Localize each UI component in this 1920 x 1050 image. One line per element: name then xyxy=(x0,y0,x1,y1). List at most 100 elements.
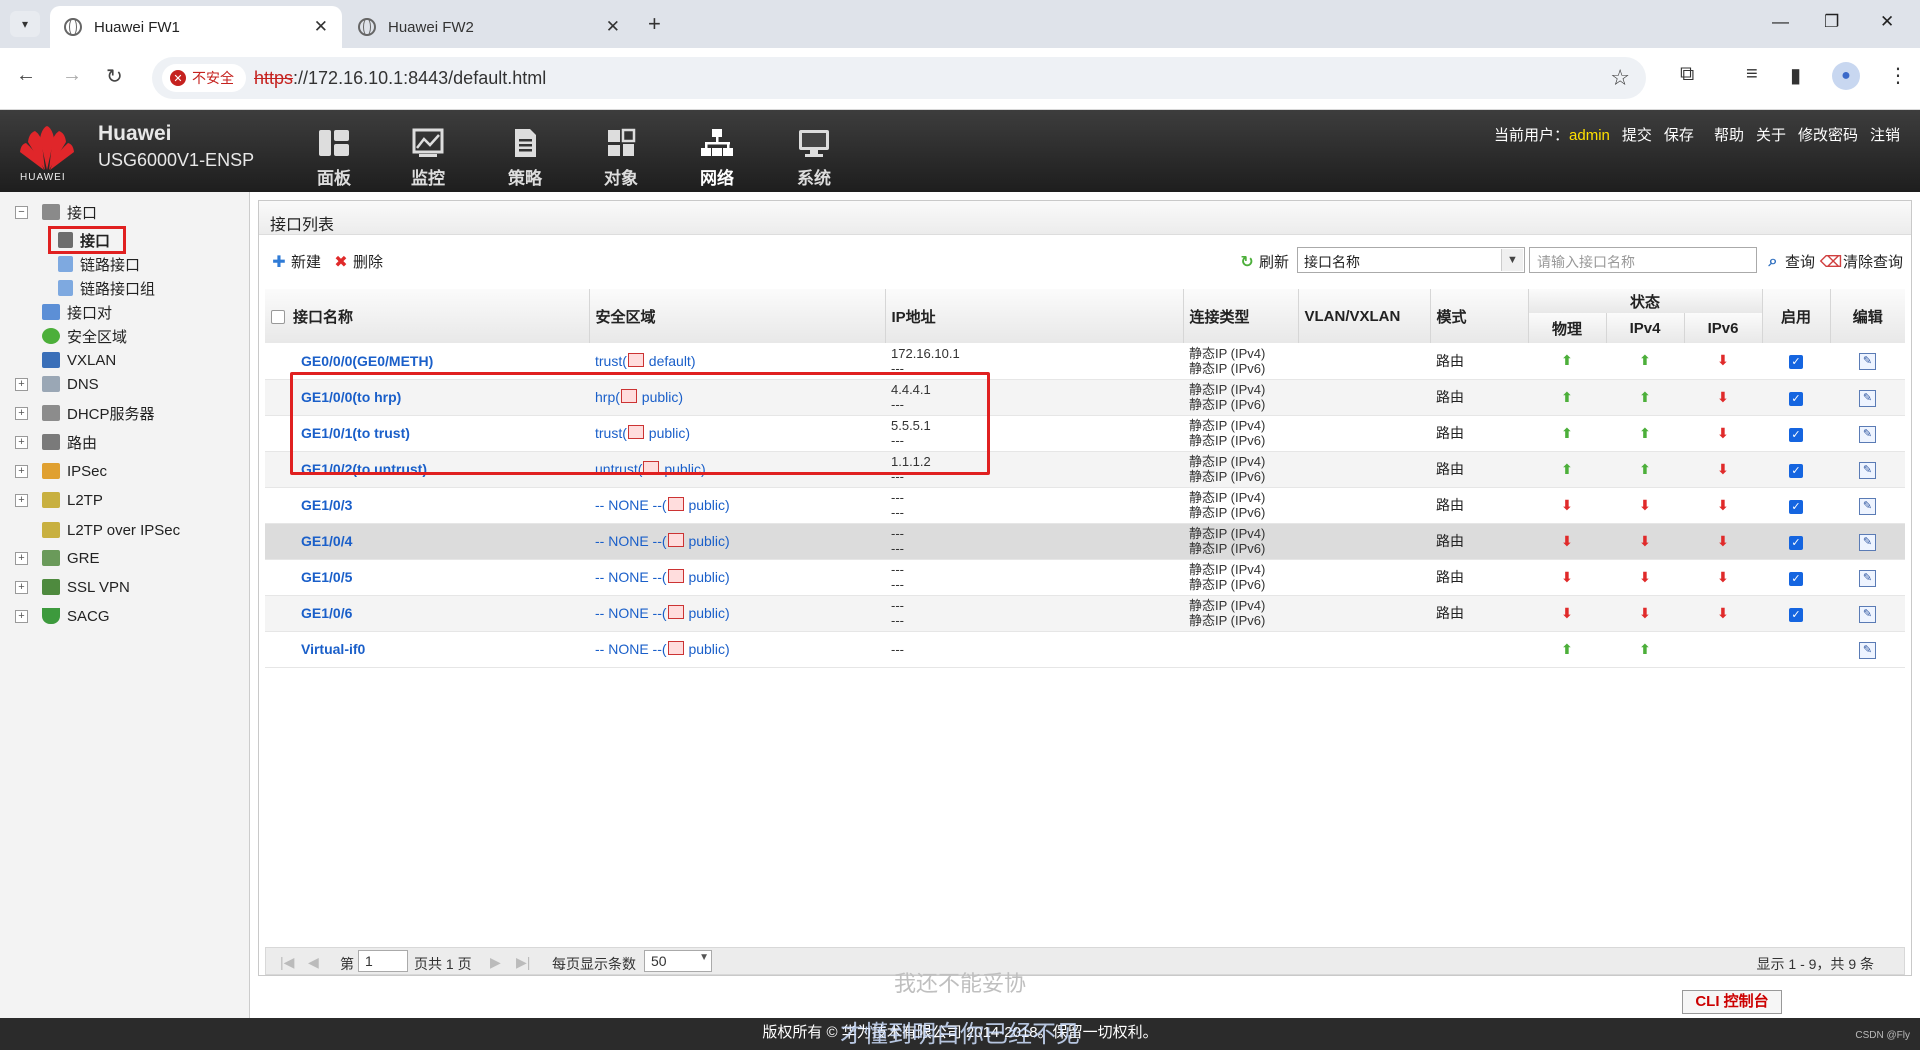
expand-icon[interactable]: + xyxy=(15,494,28,507)
sidebar-item-route[interactable]: 路由 xyxy=(42,430,97,454)
expand-icon[interactable]: + xyxy=(15,378,28,391)
expand-icon[interactable]: + xyxy=(15,610,28,623)
interface-name-link[interactable]: GE1/0/4 xyxy=(301,533,352,549)
edit-icon[interactable]: ✎ xyxy=(1859,605,1876,623)
delete-button[interactable]: ✖ 删除 xyxy=(333,251,383,272)
search-input[interactable]: 请输入接口名称 xyxy=(1529,247,1757,273)
nav-policy[interactable]: 策略 xyxy=(479,110,571,192)
tab-huawei-fw1[interactable]: Huawei FW1 ✕ xyxy=(50,6,342,48)
enable-checkbox[interactable]: ✓ xyxy=(1789,571,1803,586)
sidebar-item-ssl-vpn[interactable]: SSL VPN xyxy=(42,575,130,599)
media-control-icon[interactable]: ≡ xyxy=(1746,63,1758,86)
close-tab-icon[interactable]: ✕ xyxy=(314,17,328,37)
logout-link[interactable]: 注销 xyxy=(1870,124,1900,145)
sidebar-item-link-interface-group[interactable]: 链路接口组 xyxy=(58,276,155,300)
tab-huawei-fw2[interactable]: Huawei FW2 ✕ xyxy=(344,6,634,48)
enable-checkbox[interactable]: ✓ xyxy=(1789,607,1803,622)
edit-icon[interactable]: ✎ xyxy=(1859,461,1876,479)
expand-icon[interactable]: + xyxy=(15,581,28,594)
expand-icon[interactable]: + xyxy=(15,552,28,565)
sidebar-item-dhcp-server[interactable]: DHCP服务器 xyxy=(42,401,155,425)
sidebar-item-interface[interactable]: 接口 xyxy=(58,228,110,252)
table-row[interactable]: Virtual-if0 -- NONE --( public) --- ⬆ ⬆ ✎ xyxy=(265,631,1905,668)
sidebar-item-vxlan[interactable]: VXLAN xyxy=(42,348,116,372)
clear-query-button[interactable]: ⌫ 清除查询 xyxy=(1820,251,1903,272)
col-header-name[interactable]: 接口名称 xyxy=(265,289,590,343)
side-panel-icon[interactable]: ▮ xyxy=(1790,63,1801,88)
new-tab-icon[interactable]: + xyxy=(648,11,661,37)
nav-system[interactable]: 系统 xyxy=(768,110,860,192)
reload-icon[interactable]: ↻ xyxy=(106,64,123,89)
col-header-ip[interactable]: IP地址 xyxy=(885,289,1184,343)
chevron-down-icon[interactable]: ▼ xyxy=(1501,249,1523,271)
sidebar-item-l2tp[interactable]: L2TP xyxy=(42,488,103,512)
cell-name[interactable]: GE1/0/5 xyxy=(265,559,589,596)
sidebar-item-gre[interactable]: GRE xyxy=(42,546,100,570)
cell-name[interactable]: GE1/0/6 xyxy=(265,595,589,632)
interface-name-link[interactable]: Virtual-if0 xyxy=(301,641,365,657)
sidebar-item-ipsec[interactable]: IPSec xyxy=(42,459,107,483)
zone-link[interactable]: -- NONE --( public) xyxy=(595,533,730,549)
enable-checkbox[interactable]: ✓ xyxy=(1789,355,1803,370)
enable-checkbox[interactable]: ✓ xyxy=(1789,463,1803,478)
nav-object[interactable]: 对象 xyxy=(575,110,667,192)
close-tab-icon[interactable]: ✕ xyxy=(606,17,620,37)
table-row[interactable]: GE1/0/1(to trust) trust( public) 5.5.5.1 --… xyxy=(265,415,1905,452)
zone-link[interactable]: trust( default) xyxy=(595,352,695,369)
edit-icon[interactable]: ✎ xyxy=(1859,353,1876,371)
enable-checkbox[interactable]: ✓ xyxy=(1789,499,1803,514)
zone-link[interactable]: trust( public) xyxy=(595,425,690,441)
edit-icon[interactable]: ✎ xyxy=(1859,425,1876,443)
enable-checkbox[interactable]: ✓ xyxy=(1789,535,1803,550)
zone-link[interactable]: -- NONE --( public) xyxy=(595,569,730,585)
profile-avatar-icon[interactable]: ● xyxy=(1832,62,1860,90)
table-row[interactable]: GE1/0/6 -- NONE --( public) --- --- 静态IP (IP… xyxy=(265,595,1905,632)
expand-icon[interactable]: + xyxy=(15,407,28,420)
edit-icon[interactable]: ✎ xyxy=(1859,533,1876,551)
col-header-vlan[interactable]: VLAN/VXLAN xyxy=(1298,289,1431,343)
cell-name[interactable]: Virtual-if0 xyxy=(265,631,589,668)
sidebar-item-interface-pair[interactable]: 接口对 xyxy=(42,300,112,324)
query-button[interactable]: ⌕ 查询 xyxy=(1765,251,1816,272)
nav-dashboard[interactable]: 面板 xyxy=(288,110,380,192)
expand-icon[interactable]: + xyxy=(15,436,28,449)
interface-name-link[interactable]: GE0/0/0(GE0/METH) xyxy=(301,353,433,369)
browser-menu-icon[interactable]: ⋮ xyxy=(1888,63,1908,88)
enable-checkbox[interactable]: ✓ xyxy=(1789,427,1803,442)
interface-name-link[interactable]: GE1/0/6 xyxy=(301,605,352,621)
enable-checkbox[interactable]: ✓ xyxy=(1789,391,1803,406)
col-header-conn-type[interactable]: 连接类型 xyxy=(1183,289,1299,343)
table-row[interactable]: GE1/0/0(to hrp) hrp( public) 4.4.4.1 --- 静态I… xyxy=(265,379,1905,416)
window-close-icon[interactable]: ✕ xyxy=(1880,12,1894,32)
extensions-icon[interactable]: ⧉ xyxy=(1680,63,1694,86)
interface-name-link[interactable]: GE1/0/0(to hrp) xyxy=(301,389,401,405)
table-row[interactable]: GE1/0/4 -- NONE --( public) --- --- 静态IP (IP… xyxy=(265,523,1905,560)
edit-icon[interactable]: ✎ xyxy=(1859,497,1876,515)
table-row[interactable]: GE1/0/5 -- NONE --( public) --- --- 静态IP (IP… xyxy=(265,559,1905,596)
interface-name-link[interactable]: GE1/0/3 xyxy=(301,497,352,513)
zone-link[interactable]: -- NONE --( public) xyxy=(595,605,730,621)
bookmark-star-icon[interactable]: ☆ xyxy=(1610,65,1630,91)
refresh-button[interactable]: ↻ 刷新 xyxy=(1239,251,1289,272)
cell-name[interactable]: GE1/0/2(to untrust) xyxy=(265,451,589,488)
submit-link[interactable]: 提交 xyxy=(1622,124,1652,145)
nav-network[interactable]: 网络 xyxy=(671,110,763,192)
sidebar-item-link-interface[interactable]: 链路接口 xyxy=(58,252,140,276)
about-link[interactable]: 关于 xyxy=(1756,124,1786,145)
edit-icon[interactable]: ✎ xyxy=(1859,641,1876,659)
select-all-checkbox[interactable] xyxy=(271,309,285,324)
new-button[interactable]: ✚ 新建 xyxy=(271,251,321,272)
back-icon[interactable]: ← xyxy=(16,64,36,87)
col-header-mode[interactable]: 模式 xyxy=(1430,289,1529,343)
save-link[interactable]: 保存 xyxy=(1664,124,1694,145)
url-text[interactable]: https://172.16.10.1:8443/default.html xyxy=(254,68,546,89)
minimize-icon[interactable]: — xyxy=(1772,12,1789,32)
sidebar-item-dns[interactable]: DNS xyxy=(42,372,99,396)
col-header-zone[interactable]: 安全区域 xyxy=(589,289,886,343)
table-row[interactable]: GE0/0/0(GE0/METH) trust( default) 172.16.1… xyxy=(265,343,1905,380)
zone-link[interactable]: -- NONE --( public) xyxy=(595,641,730,657)
cell-name[interactable]: GE0/0/0(GE0/METH) xyxy=(265,343,589,380)
cell-name[interactable]: GE1/0/3 xyxy=(265,487,589,524)
change-password-link[interactable]: 修改密码 xyxy=(1798,124,1858,145)
forward-icon[interactable]: → xyxy=(62,64,82,87)
